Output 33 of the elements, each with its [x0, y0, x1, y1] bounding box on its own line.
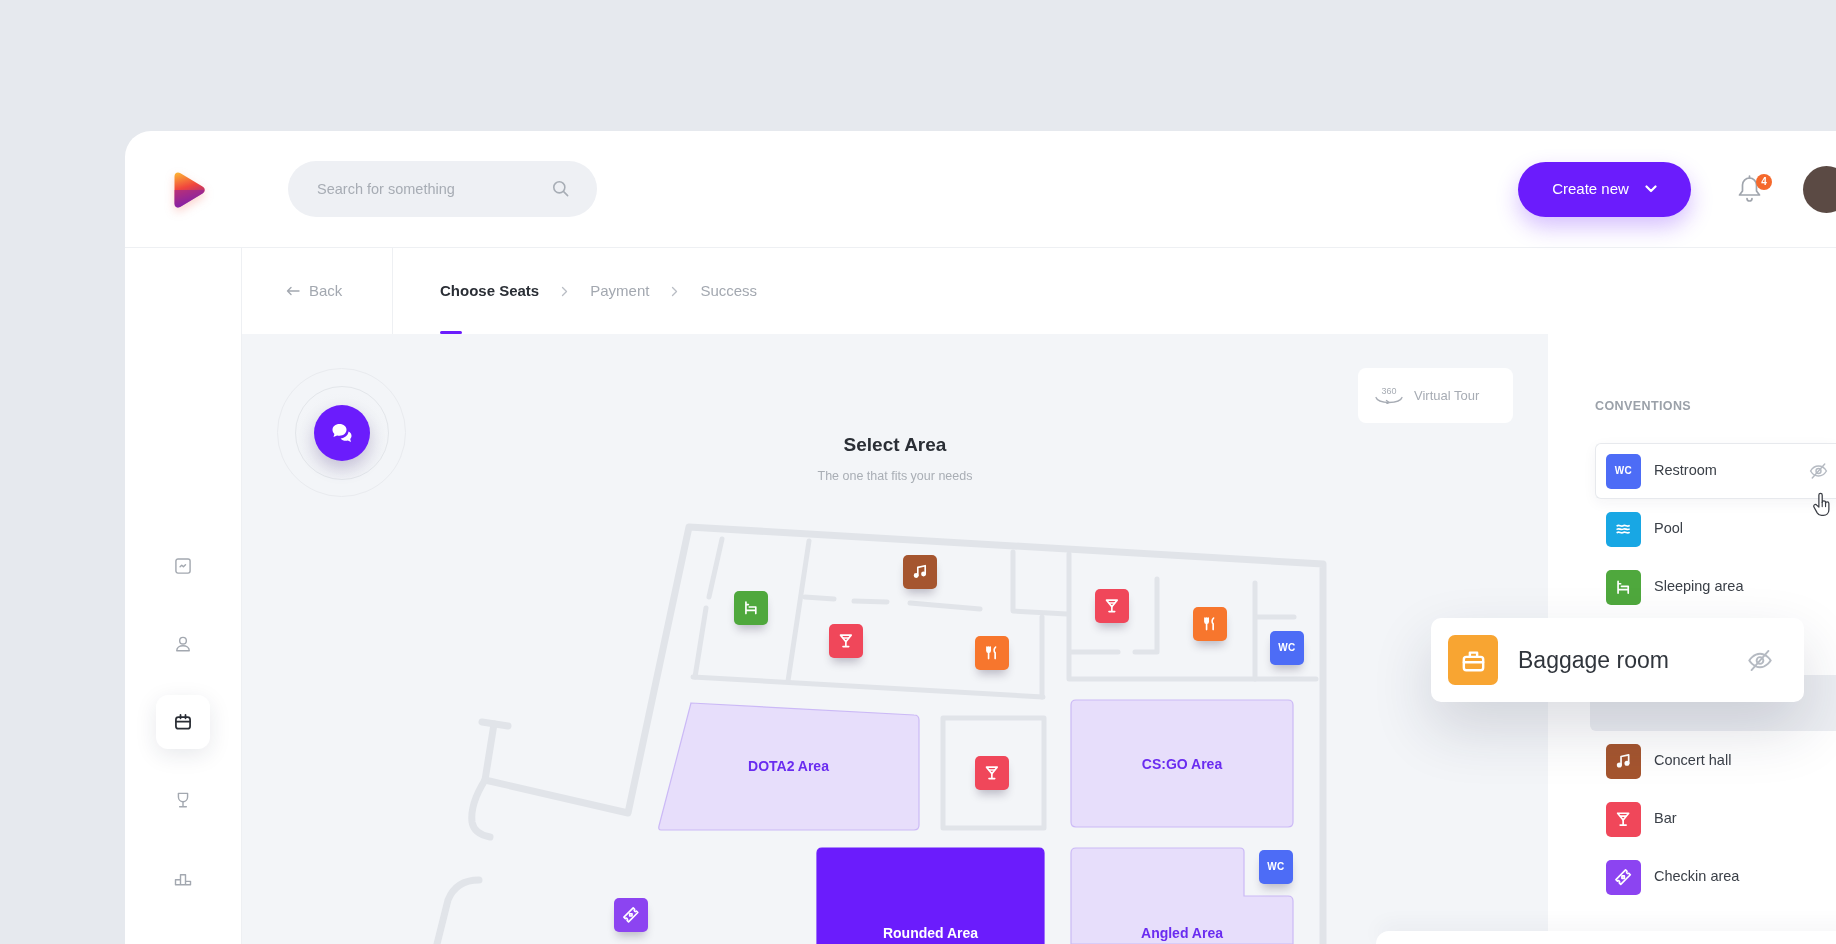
legend-item[interactable]: Pool: [1595, 501, 1836, 557]
chat-button[interactable]: [313, 404, 370, 461]
map-title: Select Area: [843, 433, 947, 457]
legend-item[interactable]: Bar: [1595, 791, 1836, 847]
avatar[interactable]: [1803, 165, 1836, 213]
bell-icon[interactable]: [1737, 174, 1762, 204]
arrow-left-icon: [286, 286, 300, 296]
step-tab[interactable]: Choose Seats: [440, 248, 540, 334]
legend-item[interactable]: Checkin area: [1595, 849, 1836, 905]
chevron-right-icon: [561, 285, 569, 297]
wc-icon: WC: [1259, 850, 1293, 884]
map-subtitle: The one that fits your needs: [817, 468, 973, 484]
chevron-down-icon: [1644, 185, 1657, 193]
search-field[interactable]: Search for something: [288, 161, 597, 217]
map-area[interactable]: DOTA2 Area: [658, 702, 920, 831]
create-new-button[interactable]: Create new: [1518, 161, 1691, 217]
map-area[interactable]: CS:GO Area: [1070, 699, 1294, 828]
eye-off-icon[interactable]: [1808, 461, 1829, 481]
map-area[interactable]: Rounded Area: [816, 847, 1045, 944]
dragged-legend-item[interactable]: Baggage room: [1431, 618, 1804, 702]
search-icon[interactable]: [551, 179, 570, 198]
notification-badge: 4: [1756, 174, 1772, 190]
line-chart-icon: [173, 556, 193, 576]
legend-item[interactable]: Concert hall: [1595, 733, 1836, 789]
legend-item[interactable]: Sleeping area: [1595, 559, 1836, 615]
wc-icon: WC: [1606, 453, 1641, 489]
sidebar-item[interactable]: [156, 695, 210, 749]
legend-heading: CONVENTIONS: [1595, 398, 1692, 414]
user-icon: [173, 634, 193, 654]
wc-icon: WC: [1270, 631, 1304, 665]
chevron-right-icon: [671, 285, 679, 297]
calendar-icon: [173, 712, 193, 732]
hand-cursor-icon: [1811, 492, 1833, 517]
